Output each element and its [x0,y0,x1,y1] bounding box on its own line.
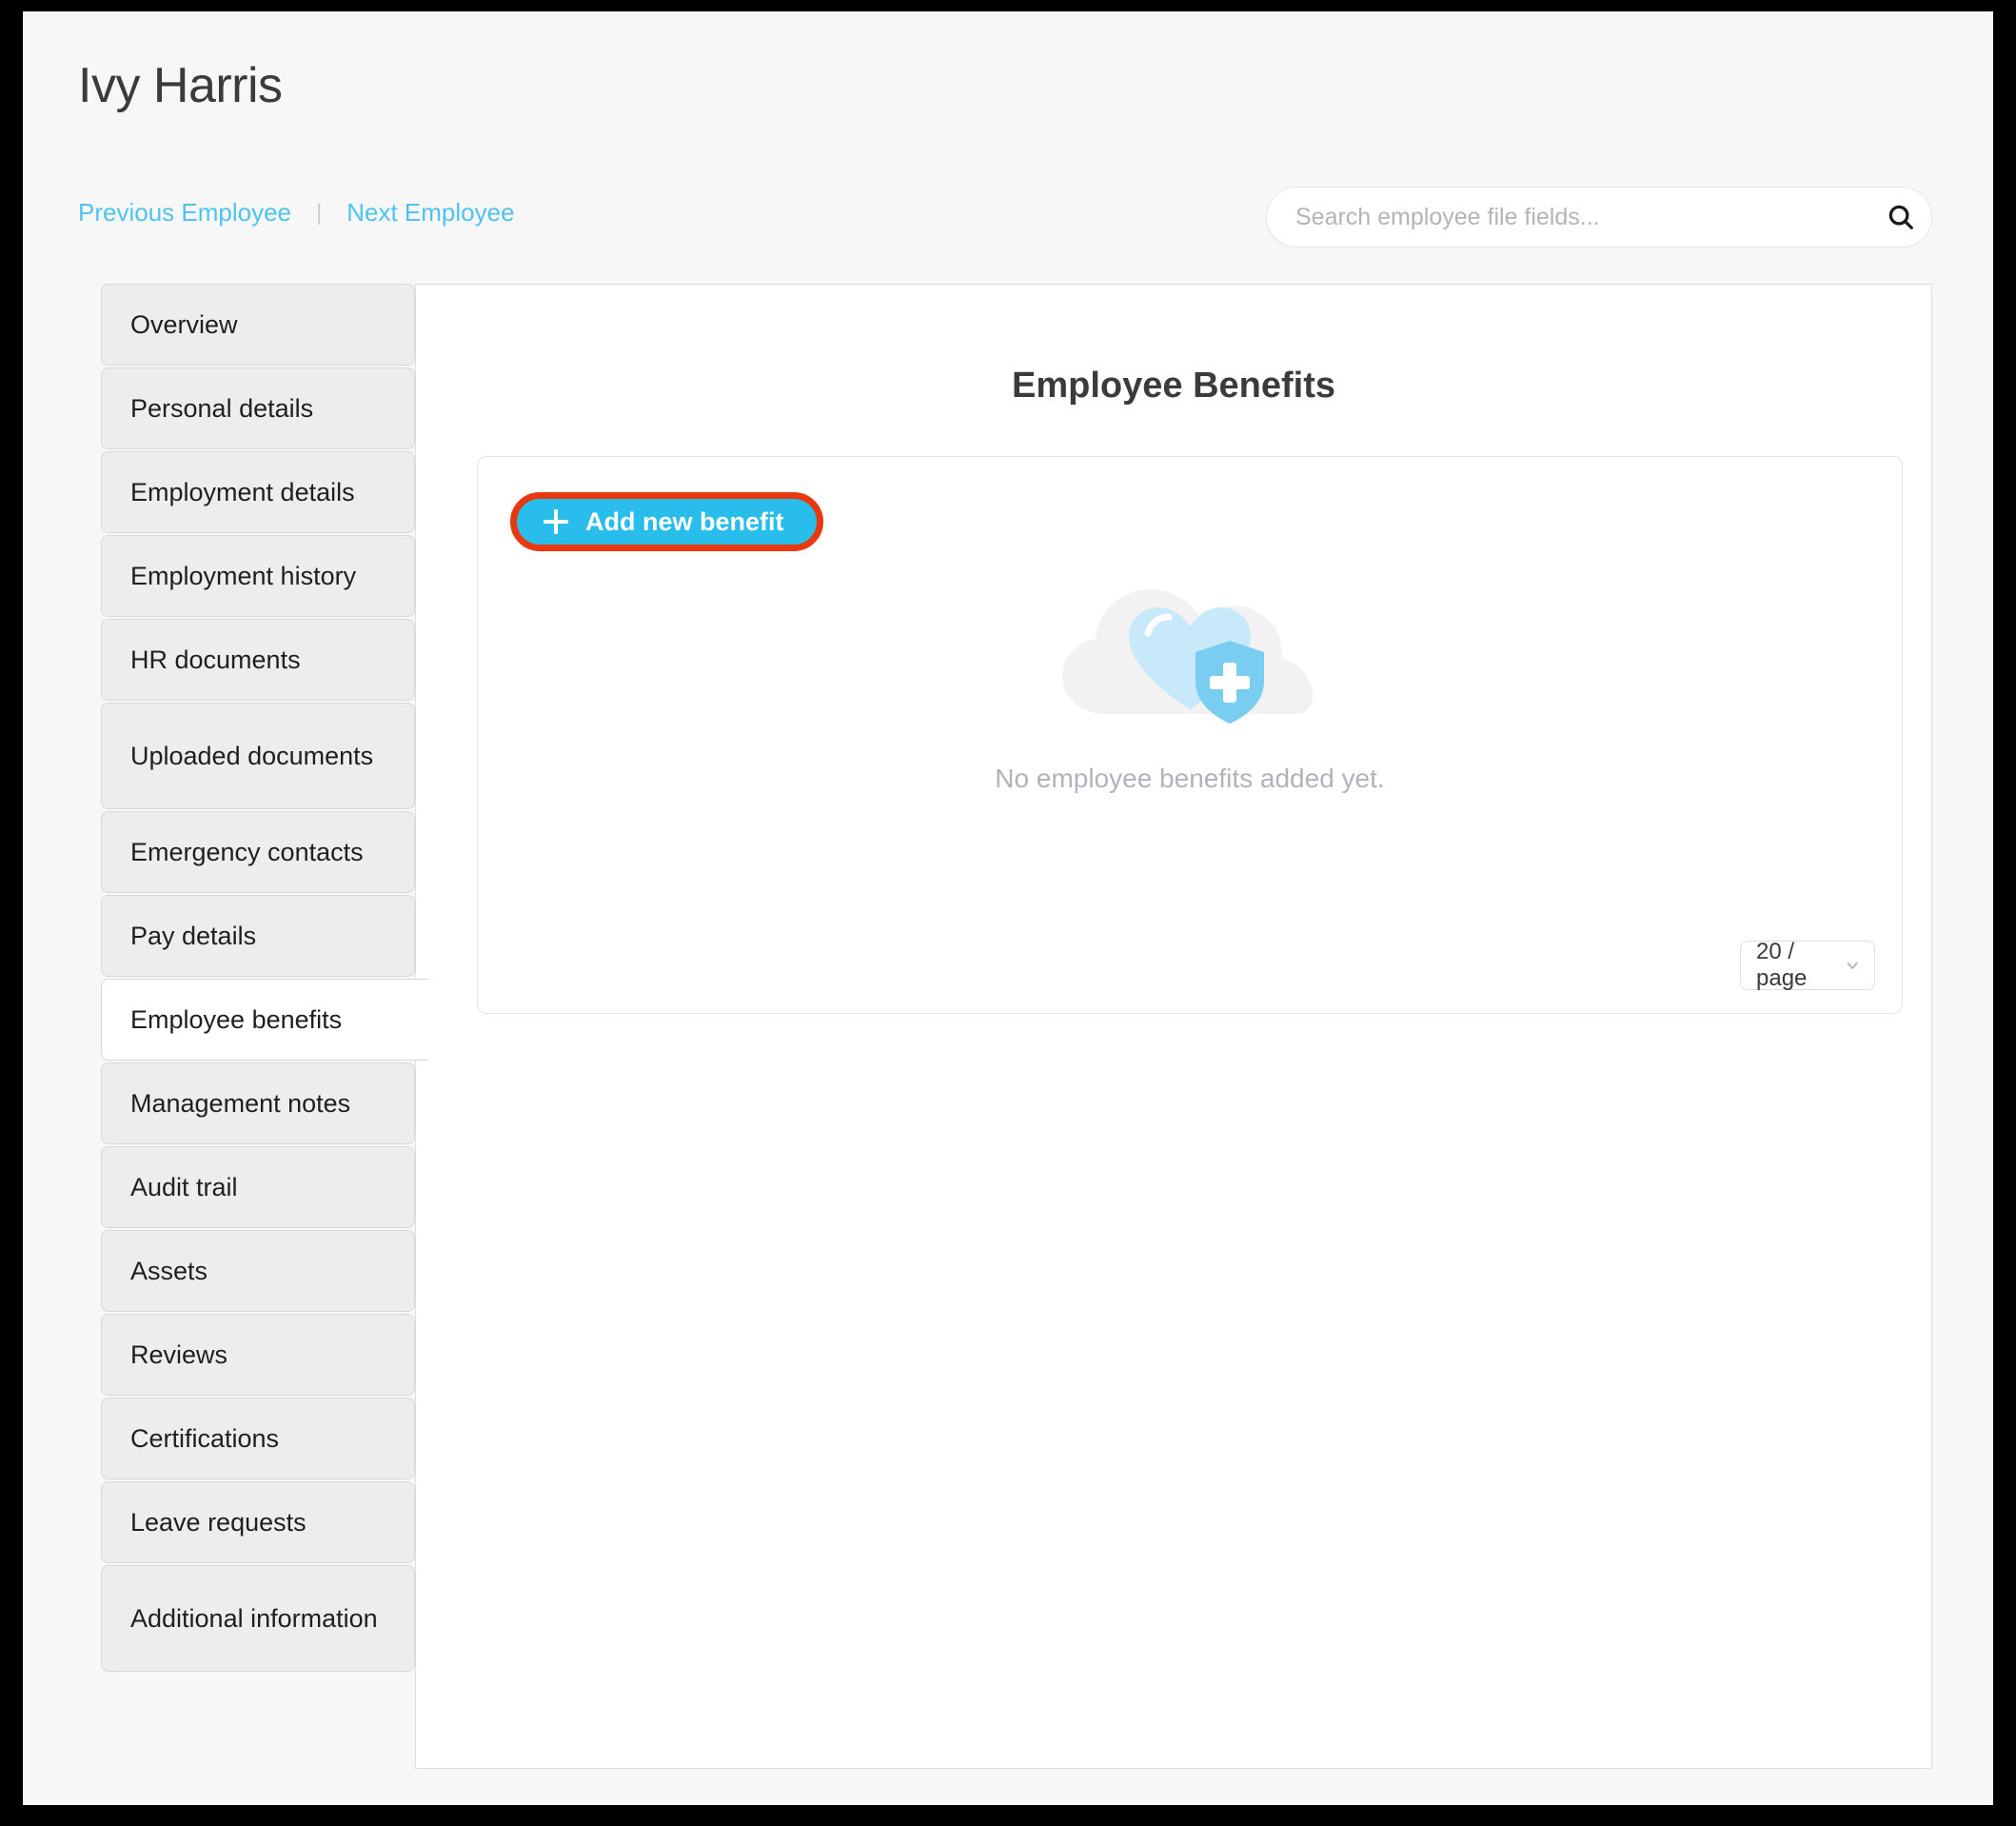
sidebar-item-personal-details[interactable]: Personal details [101,367,415,449]
nav-separator: | [316,199,323,226]
benefits-card: Add new benefit No employee benefits add… [477,456,1903,1014]
sidebar-item-label: Audit trail [130,1172,238,1201]
screenshot-frame: Ivy Harris Previous Employee | Next Empl… [0,0,2016,1826]
sidebar-item-audit-trail[interactable]: Audit trail [101,1146,415,1228]
next-employee-link[interactable]: Next Employee [346,198,514,228]
add-benefit-highlight: Add new benefit [504,486,829,557]
sidebar-item-employee-benefits[interactable]: Employee benefits [101,979,428,1061]
sidebar-item-label: Employee benefits [130,1004,343,1034]
sidebar-item-uploaded-documents[interactable]: Uploaded documents [101,703,415,809]
sidebar-item-certifications[interactable]: Certifications [101,1398,415,1479]
plus-icon [544,509,568,534]
search-input[interactable] [1267,203,1870,231]
sidebar-item-label: Personal details [130,393,314,423]
sidebar-item-label: Certifications [130,1423,280,1453]
sidebar-item-reviews[interactable]: Reviews [101,1314,415,1396]
search-box[interactable] [1266,187,1932,248]
sidebar-item-leave-requests[interactable]: Leave requests [101,1481,415,1563]
sidebar-item-employment-history[interactable]: Employment history [101,535,415,617]
page-size-select[interactable]: 20 / page [1740,939,1875,991]
heart-shield-plus-illustration [1062,589,1313,724]
sidebar-item-management-notes[interactable]: Management notes [101,1062,415,1144]
search-icon[interactable] [1870,203,1931,231]
sidebar-item-label: Additional information [130,1603,378,1633]
empty-state: No employee benefits added yet. [478,571,1902,794]
previous-employee-link[interactable]: Previous Employee [78,198,291,228]
sidebar-item-label: HR documents [130,645,301,674]
sidebar-item-hr-documents[interactable]: HR documents [101,619,415,701]
sidebar-item-employment-details[interactable]: Employment details [101,451,415,533]
sidebar-item-label: Emergency contacts [130,837,364,866]
sidebar-item-label: Management notes [130,1088,351,1118]
sidebar-item-pay-details[interactable]: Pay details [101,895,415,977]
sidebar-item-overview[interactable]: Overview [101,284,415,366]
sidebar-item-label: Employment history [130,561,357,590]
add-new-benefit-label: Add new benefit [585,506,784,536]
chevron-down-icon[interactable] [1844,956,1861,975]
employee-file-tabs: Overview Personal details Employment det… [101,284,428,1674]
sidebar-item-label: Assets [130,1256,208,1285]
employee-file-page: Ivy Harris Previous Employee | Next Empl… [23,11,1993,1805]
sidebar-item-label: Uploaded documents [130,741,374,770]
page-title: Ivy Harris [78,58,283,113]
add-new-benefit-button[interactable]: Add new benefit [510,492,823,551]
page-size-value: 20 / page [1756,939,1808,991]
section-title: Employee Benefits [1012,366,1335,406]
sidebar-item-additional-information[interactable]: Additional information [101,1565,415,1672]
sidebar-item-label: Leave requests [130,1507,306,1537]
sidebar-item-label: Employment details [130,477,355,506]
sidebar-item-label: Pay details [130,921,257,950]
employee-navigation: Previous Employee | Next Employee [78,198,515,228]
employee-benefits-panel: Employee Benefits Add new benefit No emp… [415,284,1932,1769]
sidebar-item-label: Reviews [130,1340,228,1369]
sidebar-item-label: Overview [130,309,238,339]
empty-state-text: No employee benefits added yet. [995,764,1385,793]
sidebar-item-assets[interactable]: Assets [101,1230,415,1312]
sidebar-item-emergency-contacts[interactable]: Emergency contacts [101,811,415,893]
